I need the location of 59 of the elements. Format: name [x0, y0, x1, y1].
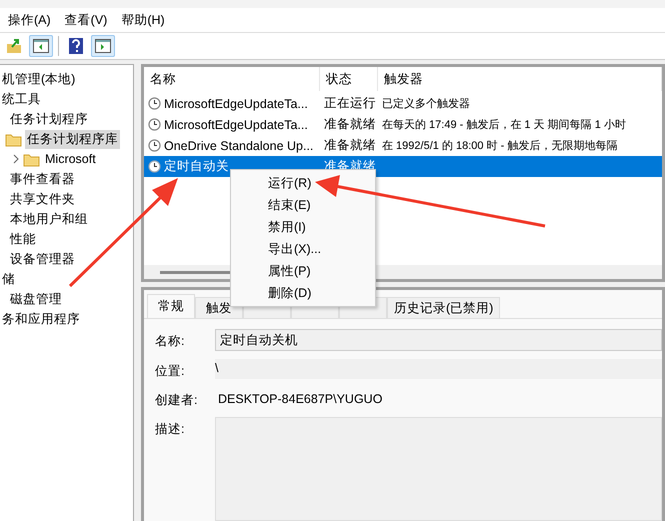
folder-clock-icon	[5, 132, 22, 146]
clock-icon	[148, 118, 161, 131]
tree-item[interactable]: 本地用户和组	[8, 210, 90, 228]
task-name: OneDrive Standalone Up...	[164, 138, 314, 152]
context-menu-item[interactable]: 结束(E)	[231, 194, 375, 216]
tree-item[interactable]: 储	[0, 270, 17, 288]
folder-arrow-icon	[6, 38, 22, 54]
tree-item[interactable]: 设备管理器	[8, 250, 77, 268]
author-value: DESKTOP-84E687P\YUGUO	[217, 391, 384, 408]
tab[interactable]: 历史记录(已禁用)	[387, 297, 500, 318]
task-name: 定时自动关	[164, 158, 229, 175]
toolbar-button[interactable]	[29, 35, 53, 57]
task-trigger: 在每天的 17:49 - 触发后，在 1 天 期间每隔 1 小时	[382, 119, 626, 131]
name-field[interactable]: 定时自动关机	[215, 329, 662, 351]
tree-item[interactable]: 任务计划程序	[8, 110, 90, 128]
table-row[interactable]: MicrosoftEdgeUpdateTa... 准备就绪 在每天的 17:49 - 触发后，在 1 天 期间每隔 1 小时	[144, 114, 662, 135]
context-menu-item[interactable]: 导出(X)...	[231, 238, 375, 260]
task-status: 准备就绪	[324, 137, 376, 154]
tree-item[interactable]: 任务计划程序库	[25, 130, 120, 148]
task-name: MicrosoftEdgeUpdateTa...	[164, 96, 308, 110]
field-label: 创建者:	[155, 392, 198, 409]
task-status: 正在运行	[324, 95, 376, 112]
location-value: \	[215, 359, 662, 379]
menu-item[interactable]: 查看(V)	[64, 10, 108, 30]
context-menu-item[interactable]: 禁用(I)	[231, 216, 375, 238]
tree-item[interactable]: 磁盘管理	[8, 290, 64, 308]
task-name: MicrosoftEdgeUpdateTa...	[164, 118, 308, 132]
folder-icon	[23, 152, 40, 166]
field-label: 描述:	[155, 421, 186, 438]
tree-item[interactable]: 事件查看器	[8, 170, 77, 188]
help-icon	[69, 38, 83, 54]
column-header[interactable]: 名称	[144, 67, 320, 91]
tree-item[interactable]: 性能	[8, 230, 38, 248]
task-status: 准备就绪	[324, 116, 376, 133]
tab[interactable]: 常规	[147, 294, 195, 318]
toolbar-button[interactable]	[91, 35, 115, 57]
context-menu-item[interactable]: 属性(P)	[231, 260, 375, 282]
task-trigger: 已定义多个触发器	[382, 98, 470, 110]
field-label: 位置:	[155, 363, 186, 380]
description-field[interactable]	[215, 417, 662, 521]
tree-item[interactable]: 统工具	[0, 90, 43, 108]
tree-item[interactable]: Microsoft	[43, 151, 98, 167]
field-label: 名称:	[155, 333, 186, 350]
task-trigger: 在 1992/5/1 的 18:00 时 - 触发后，无限期地每隔	[382, 140, 618, 152]
table-row[interactable]: OneDrive Standalone Up... 准备就绪 在 1992/5/1 的 18:00 时 - 触发后，无限期地每隔	[144, 135, 662, 156]
menu-item[interactable]: 帮助(H)	[121, 10, 165, 30]
chevron-right-icon[interactable]	[12, 154, 20, 164]
pane-icon	[33, 39, 49, 53]
clock-icon	[148, 160, 161, 173]
tree-item[interactable]: 机管理(本地)	[0, 70, 78, 88]
column-header[interactable]: 状态	[320, 67, 378, 91]
table-row[interactable]: MicrosoftEdgeUpdateTa... 正在运行 已定义多个触发器	[144, 93, 662, 114]
clock-icon	[148, 97, 161, 110]
tree-item[interactable]: 共享文件夹	[8, 190, 77, 208]
menu-item[interactable]: 操作(A)	[8, 10, 51, 30]
column-header[interactable]: 触发器	[378, 67, 662, 91]
clock-icon	[148, 139, 161, 152]
pane-icon	[95, 39, 111, 53]
tree-item[interactable]: 务和应用程序	[0, 310, 82, 328]
